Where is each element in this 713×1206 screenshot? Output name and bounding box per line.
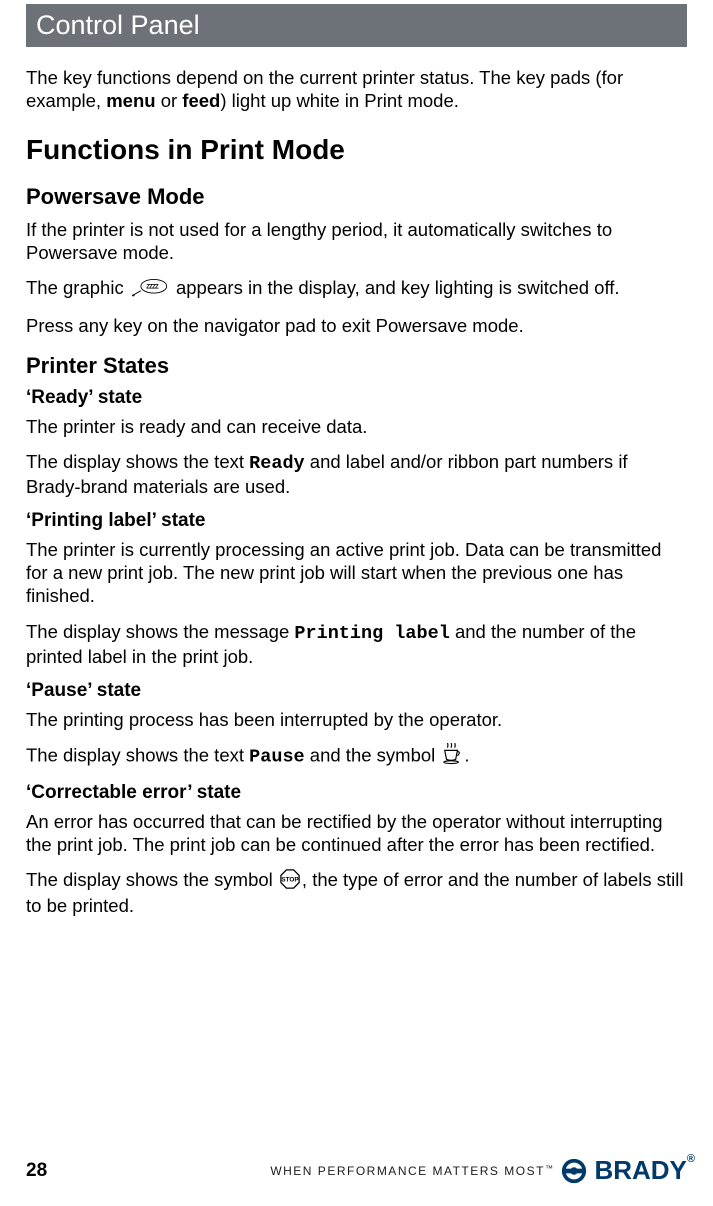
ready-p2: The display shows the text Ready and lab… [26,450,687,498]
brady-wordmark: BRADY® [594,1155,695,1186]
sleep-icon: ZZZZ [131,277,169,302]
pause-p2c: . [464,744,469,765]
printing-p2-mono: Printing label [294,623,449,644]
section-header: Control Panel [26,4,687,47]
ready-p1: The printer is ready and can receive dat… [26,415,687,438]
heading-functions-print-mode: Functions in Print Mode [26,134,687,166]
ready-p2a: The display shows the text [26,451,249,472]
printing-p2: The display shows the message Printing l… [26,620,687,668]
heading-ready-state: ‘Ready’ state [26,387,687,409]
pause-p2: The display shows the text Pause and the… [26,743,687,770]
intro-text-3: ) light up white in Print mode. [220,90,459,111]
intro-text-2: or [156,90,183,111]
correctable-p1: An error has occurred that can be rectif… [26,810,687,856]
page-number: 28 [26,1160,47,1182]
svg-text:STOP: STOP [281,877,299,884]
pause-p1: The printing process has been interrupte… [26,708,687,731]
heading-pause-state: ‘Pause’ state [26,680,687,702]
heading-printing-label-state: ‘Printing label’ state [26,510,687,532]
intro-bold-feed: feed [182,90,220,111]
footer-branding: WHEN PERFORMANCE MATTERS MOST™ BRADY® [270,1155,695,1186]
pause-p2-mono: Pause [249,746,305,767]
footer-tagline: WHEN PERFORMANCE MATTERS MOST™ [270,1164,554,1178]
powersave-p2: The graphic ZZZZ appears in the display,… [26,276,687,302]
powersave-p2b: appears in the display, and key lighting… [176,277,620,298]
brady-reg-mark: ® [687,1153,695,1165]
page-footer: 28 WHEN PERFORMANCE MATTERS MOST™ BRADY® [26,1155,695,1186]
intro-bold-menu: menu [106,90,155,111]
printing-p1: The printer is currently processing an a… [26,538,687,607]
brady-text: BRADY [594,1155,686,1185]
printing-p2a: The display shows the message [26,621,294,642]
stop-sign-icon: STOP [280,869,300,894]
pause-p2a: The display shows the text [26,744,249,765]
intro-paragraph: The key functions depend on the current … [26,66,687,112]
heading-printer-states: Printer States [26,353,687,379]
heading-correctable-error-state: ‘Correctable error’ state [26,782,687,804]
ready-p2-mono: Ready [249,453,305,474]
correctable-p2: The display shows the symbol STOP , the … [26,868,687,917]
powersave-p2a: The graphic [26,277,129,298]
tagline-tm: ™ [545,1164,555,1173]
svg-text:ZZZZ: ZZZZ [146,283,159,290]
correctable-p2a: The display shows the symbol [26,869,278,890]
brady-logo-icon [560,1157,588,1185]
powersave-p1: If the printer is not used for a lengthy… [26,218,687,264]
powersave-p3: Press any key on the navigator pad to ex… [26,314,687,337]
heading-powersave-mode: Powersave Mode [26,184,687,210]
coffee-cup-icon [442,743,462,770]
tagline-text: WHEN PERFORMANCE MATTERS MOST [270,1164,545,1178]
pause-p2b: and the symbol [305,744,441,765]
